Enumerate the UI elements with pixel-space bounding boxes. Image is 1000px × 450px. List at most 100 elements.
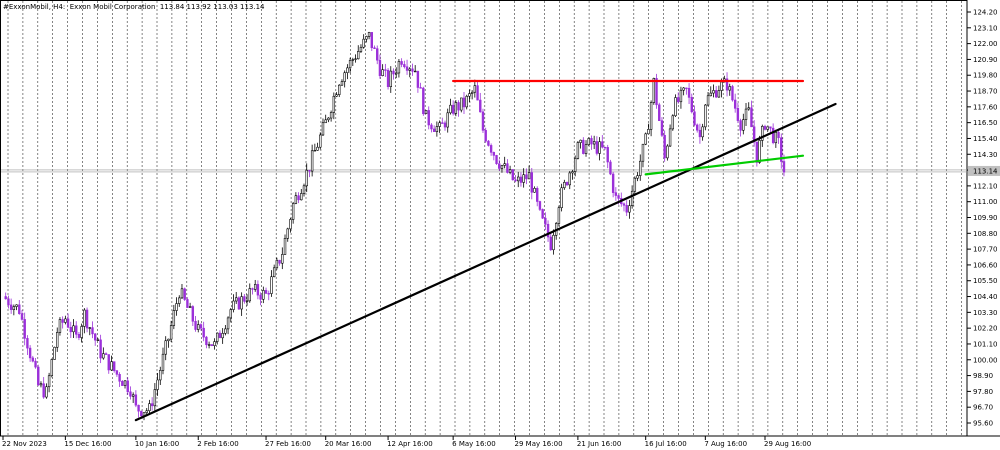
candle-body bbox=[75, 325, 78, 335]
candle-body bbox=[148, 403, 151, 412]
candle-body bbox=[115, 370, 119, 375]
candle-body bbox=[91, 327, 94, 335]
candle-body bbox=[64, 318, 67, 323]
candle-body bbox=[674, 97, 677, 117]
candle-body bbox=[557, 207, 561, 224]
candle-body bbox=[354, 58, 357, 60]
candle-body bbox=[728, 86, 731, 91]
candle-body bbox=[121, 380, 124, 386]
candle-body bbox=[327, 117, 330, 121]
candle-body bbox=[498, 163, 501, 169]
candle-body bbox=[77, 334, 81, 338]
candle-body bbox=[470, 91, 474, 94]
candle-body bbox=[281, 254, 284, 264]
candle-body bbox=[221, 333, 224, 339]
candle-body bbox=[310, 150, 314, 172]
candle-body bbox=[243, 296, 246, 302]
candle-body bbox=[289, 219, 292, 230]
candle-body bbox=[118, 374, 121, 382]
candle-body bbox=[598, 141, 601, 154]
candle-body bbox=[408, 68, 411, 71]
candle-body bbox=[365, 36, 368, 40]
candle-body bbox=[83, 309, 86, 327]
candle-body bbox=[625, 205, 628, 213]
candle-body bbox=[750, 107, 753, 128]
candle-body bbox=[658, 104, 661, 121]
candle-body bbox=[419, 87, 422, 89]
candle-body bbox=[39, 383, 43, 386]
candle-body bbox=[462, 97, 466, 108]
y-tick-label: 120.90 bbox=[973, 56, 998, 64]
candle-body bbox=[20, 313, 24, 320]
candle-body bbox=[18, 304, 21, 314]
candle-body bbox=[549, 236, 552, 251]
candle-body bbox=[110, 361, 113, 371]
candle-body bbox=[66, 318, 70, 328]
candle-body bbox=[161, 353, 165, 371]
candle-body bbox=[457, 102, 460, 111]
candle-body bbox=[251, 288, 254, 290]
candle-body bbox=[500, 165, 504, 169]
candle-body bbox=[432, 128, 436, 132]
candle-body bbox=[465, 95, 468, 108]
candle-body bbox=[126, 380, 129, 393]
candle-body bbox=[50, 359, 54, 377]
support-trendline[interactable] bbox=[644, 154, 805, 176]
candle-body bbox=[774, 132, 778, 144]
candle-body bbox=[687, 87, 691, 98]
candle-body bbox=[15, 304, 18, 307]
y-tick-label: 118.70 bbox=[973, 88, 998, 96]
candle-body bbox=[308, 169, 311, 172]
y-tick-label: 100.00 bbox=[973, 356, 998, 364]
candle-body bbox=[495, 155, 498, 164]
candle-body bbox=[381, 69, 384, 76]
candle-body bbox=[69, 326, 72, 333]
candle-body bbox=[302, 185, 306, 194]
candle-body bbox=[636, 175, 639, 179]
candle-body bbox=[449, 104, 452, 114]
candle-body bbox=[771, 127, 775, 144]
candle-body bbox=[316, 146, 319, 151]
candle-body bbox=[541, 209, 544, 219]
candle-body bbox=[617, 195, 620, 199]
current-price-label: 113.14 bbox=[973, 167, 998, 175]
candle-body bbox=[481, 111, 485, 131]
candle-body bbox=[262, 290, 265, 300]
candle-body bbox=[533, 187, 536, 193]
y-tick-label: 107.70 bbox=[973, 246, 998, 254]
candle-body bbox=[647, 129, 650, 135]
ascending-trendline[interactable] bbox=[134, 102, 837, 422]
candle-body bbox=[573, 158, 577, 172]
candle-body bbox=[370, 32, 373, 49]
candle-body bbox=[644, 133, 647, 145]
x-tick-label: 6 May 16:00 bbox=[452, 440, 496, 448]
price-chart[interactable]: 124.20 123.10 122.00 120.90 119.80 118.70 117.… bbox=[0, 0, 1000, 450]
candle-body bbox=[698, 129, 702, 138]
candle-body bbox=[240, 296, 243, 310]
candle-body bbox=[26, 338, 29, 349]
candle-body bbox=[435, 126, 439, 132]
candle-body bbox=[451, 104, 455, 114]
y-tick-label: 104.40 bbox=[973, 293, 998, 301]
y-tick-label: 117.60 bbox=[973, 103, 998, 111]
candle-body bbox=[400, 61, 403, 65]
candle-body bbox=[99, 339, 102, 359]
candle-body bbox=[441, 122, 444, 124]
candle-body bbox=[460, 97, 463, 111]
candle-body bbox=[397, 61, 401, 74]
candle-body bbox=[275, 259, 279, 269]
candle-body bbox=[601, 141, 604, 148]
x-tick-label: 22 Nov 2023 bbox=[2, 440, 47, 448]
candle-body bbox=[237, 297, 241, 310]
x-tick-label: 29 Aug 16:00 bbox=[764, 440, 811, 448]
candle-body bbox=[696, 124, 699, 131]
candle-body bbox=[527, 172, 531, 180]
candle-body bbox=[329, 112, 333, 119]
candle-body bbox=[424, 110, 428, 115]
candle-body bbox=[503, 163, 506, 166]
candle-body bbox=[197, 324, 200, 330]
candle-body bbox=[530, 172, 533, 193]
x-tick-label: 2 Feb 16:00 bbox=[197, 440, 238, 448]
y-tick-label: 105.50 bbox=[973, 277, 998, 285]
candle-body bbox=[112, 361, 116, 371]
